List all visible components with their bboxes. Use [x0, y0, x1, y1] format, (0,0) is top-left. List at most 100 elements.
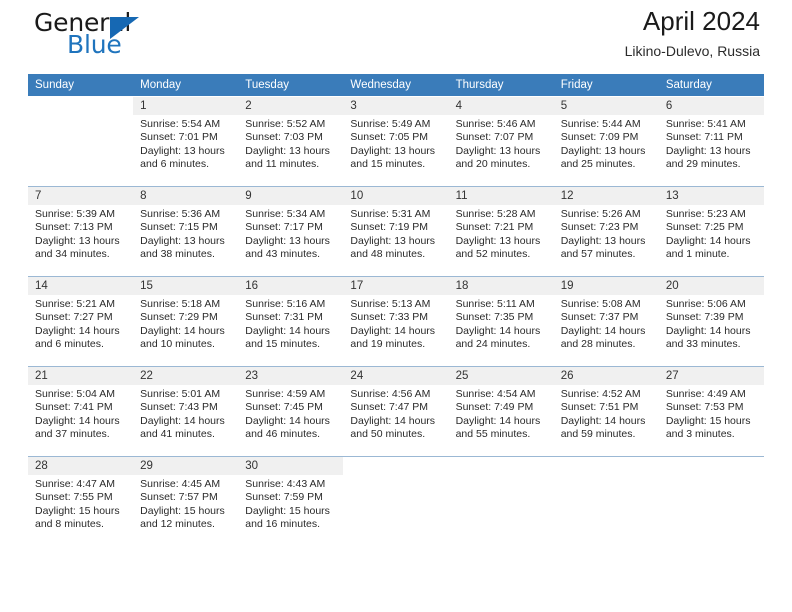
day-number: 4 [448, 97, 554, 115]
calendar-day-cell[interactable]: 5 Sunrise: 5:44 AM Sunset: 7:09 PM Daylight… [553, 96, 659, 186]
day-daylight-line1-text: Daylight: 14 hours [140, 414, 225, 427]
day-sunrise-text: Sunrise: 5:04 AM [35, 388, 115, 400]
day-sunset-text: Sunset: 7:31 PM [245, 311, 323, 324]
calendar-day-cell[interactable]: 27 Sunrise: 4:49 AM Sunset: 7:53 PM Dayligh… [658, 366, 764, 456]
calendar-day-cell[interactable]: 30 Sunrise: 4:43 AM Sunset: 7:59 PM Dayligh… [238, 456, 344, 546]
day-number: 22 [133, 367, 239, 385]
day-sun-info: Sunrise: 4:54 AM Sunset: 7:49 PM Daylight:… [449, 385, 554, 442]
calendar-day-cell[interactable]: 12 Sunrise: 5:26 AM Sunset: 7:23 PM Dayligh… [553, 186, 659, 276]
day-daylight-line2-text: and 1 minute. [665, 248, 730, 261]
day-sun-info: Sunrise: 5:31 AM Sunset: 7:19 PM Daylight:… [343, 205, 448, 262]
calendar-week-row: 1 Sunrise: 5:54 AM Sunset: 7:01 PM Daylight… [28, 96, 764, 186]
calendar-empty-cell [448, 456, 554, 546]
day-daylight-line2-text: and 46 minutes. [245, 428, 320, 441]
day-sunrise-text: Sunrise: 5:49 AM [350, 118, 431, 130]
day-sunset-text: Sunset: 7:05 PM [350, 131, 429, 144]
day-sunset-text: Sunset: 7:01 PM [140, 131, 218, 144]
day-number: 6 [658, 97, 764, 115]
calendar-day-cell[interactable]: 2 Sunrise: 5:52 AM Sunset: 7:03 PM Daylight… [238, 96, 344, 186]
day-sunset-text: Sunset: 7:15 PM [140, 221, 218, 234]
day-sunset-text: Sunset: 7:43 PM [140, 401, 218, 414]
day-daylight-line1-text: Daylight: 15 hours [665, 414, 751, 427]
day-sun-info: Sunrise: 4:49 AM Sunset: 7:53 PM Daylight:… [659, 385, 764, 442]
calendar-day-cell[interactable]: 14 Sunrise: 5:21 AM Sunset: 7:27 PM Dayligh… [28, 276, 134, 366]
day-sunrise-text: Sunrise: 5:41 AM [665, 118, 746, 130]
day-daylight-line2-text: and 33 minutes. [665, 338, 741, 351]
calendar-day-cell[interactable]: 28 Sunrise: 4:47 AM Sunset: 7:55 PM Dayligh… [28, 456, 134, 546]
calendar-day-cell[interactable]: 15 Sunrise: 5:18 AM Sunset: 7:29 PM Dayligh… [133, 276, 239, 366]
calendar-day-cell[interactable]: 17 Sunrise: 5:13 AM Sunset: 7:33 PM Dayligh… [343, 276, 449, 366]
day-sunset-text: Sunset: 7:23 PM [560, 221, 639, 234]
calendar-day-cell[interactable]: 26 Sunrise: 4:52 AM Sunset: 7:51 PM Dayligh… [553, 366, 659, 456]
day-number: 1 [133, 97, 239, 115]
day-number [28, 97, 133, 115]
calendar-day-cell[interactable]: 20 Sunrise: 5:06 AM Sunset: 7:39 PM Dayligh… [658, 276, 764, 366]
day-daylight-line2-text: and 37 minutes. [35, 428, 110, 441]
brand-logo[interactable]: General Blue [34, 8, 214, 64]
day-sun-info: Sunrise: 4:45 AM Sunset: 7:57 PM Daylight:… [133, 475, 238, 532]
day-daylight-line1-text: Daylight: 13 hours [665, 144, 751, 157]
day-daylight-line2-text: and 29 minutes. [665, 158, 741, 171]
day-daylight-line2-text: and 19 minutes. [350, 338, 426, 351]
day-daylight-line2-text: and 55 minutes. [455, 428, 531, 441]
day-number: 14 [28, 277, 134, 295]
day-daylight-line1-text: Daylight: 14 hours [665, 324, 751, 337]
day-sunset-text: Sunset: 7:07 PM [455, 131, 534, 144]
day-daylight-line1-text: Daylight: 13 hours [140, 234, 225, 247]
calendar-day-cell[interactable]: 16 Sunrise: 5:16 AM Sunset: 7:31 PM Dayligh… [238, 276, 344, 366]
day-sunrise-text: Sunrise: 5:26 AM [560, 208, 641, 220]
day-daylight-line1-text: Daylight: 15 hours [140, 504, 225, 517]
calendar-week-row: 7 Sunrise: 5:39 AM Sunset: 7:13 PM Daylight… [28, 186, 764, 276]
calendar-day-cell[interactable]: 24 Sunrise: 4:56 AM Sunset: 7:47 PM Dayligh… [343, 366, 449, 456]
day-daylight-line2-text: and 6 minutes. [140, 158, 210, 171]
day-sunset-text: Sunset: 7:53 PM [665, 401, 744, 414]
day-sun-info: Sunrise: 4:52 AM Sunset: 7:51 PM Daylight:… [554, 385, 659, 442]
calendar-day-cell[interactable]: 4 Sunrise: 5:46 AM Sunset: 7:07 PM Daylight… [448, 96, 554, 186]
day-sun-info: Sunrise: 5:52 AM Sunset: 7:03 PM Daylight:… [238, 115, 343, 172]
day-daylight-line2-text: and 12 minutes. [140, 518, 215, 531]
calendar-day-cell[interactable]: 23 Sunrise: 4:59 AM Sunset: 7:45 PM Dayligh… [238, 366, 344, 456]
calendar-day-cell[interactable]: 7 Sunrise: 5:39 AM Sunset: 7:13 PM Daylight… [28, 186, 134, 276]
day-number: 11 [448, 187, 554, 205]
day-daylight-line2-text: and 34 minutes. [35, 248, 110, 261]
day-sunset-text: Sunset: 7:37 PM [560, 311, 639, 324]
calendar-day-cell[interactable]: 9 Sunrise: 5:34 AM Sunset: 7:17 PM Daylight… [238, 186, 344, 276]
calendar-day-cell[interactable]: 18 Sunrise: 5:11 AM Sunset: 7:35 PM Dayligh… [448, 276, 554, 366]
weekday-header-thursday: Thursday [448, 74, 554, 96]
day-daylight-line1-text: Daylight: 13 hours [35, 234, 120, 247]
calendar-day-cell[interactable]: 21 Sunrise: 5:04 AM Sunset: 7:41 PM Dayligh… [28, 366, 134, 456]
calendar-day-cell[interactable]: 29 Sunrise: 4:45 AM Sunset: 7:57 PM Dayligh… [133, 456, 239, 546]
day-daylight-line2-text: and 50 minutes. [350, 428, 426, 441]
day-sunset-text: Sunset: 7:55 PM [35, 491, 113, 504]
calendar-day-cell[interactable]: 13 Sunrise: 5:23 AM Sunset: 7:25 PM Dayligh… [658, 186, 764, 276]
day-number: 13 [658, 187, 764, 205]
day-sun-info: Sunrise: 5:04 AM Sunset: 7:41 PM Daylight:… [28, 385, 133, 442]
day-number: 17 [343, 277, 449, 295]
calendar-day-cell[interactable]: 25 Sunrise: 4:54 AM Sunset: 7:49 PM Dayligh… [448, 366, 554, 456]
day-sunset-text: Sunset: 7:59 PM [245, 491, 323, 504]
calendar-day-cell[interactable]: 11 Sunrise: 5:28 AM Sunset: 7:21 PM Dayligh… [448, 186, 554, 276]
calendar-day-cell[interactable]: 19 Sunrise: 5:08 AM Sunset: 7:37 PM Dayligh… [553, 276, 659, 366]
day-sun-info: Sunrise: 5:06 AM Sunset: 7:39 PM Daylight:… [659, 295, 764, 352]
calendar-day-cell[interactable]: 3 Sunrise: 5:49 AM Sunset: 7:05 PM Daylight… [343, 96, 449, 186]
day-number [449, 457, 554, 475]
day-daylight-line2-text: and 38 minutes. [140, 248, 215, 261]
calendar-day-cell[interactable]: 6 Sunrise: 5:41 AM Sunset: 7:11 PM Daylight… [658, 96, 764, 186]
day-sunrise-text: Sunrise: 5:31 AM [350, 208, 431, 220]
day-daylight-line1-text: Daylight: 14 hours [350, 414, 436, 427]
day-sunset-text: Sunset: 7:25 PM [665, 221, 744, 234]
day-number: 20 [658, 277, 764, 295]
day-sun-info: Sunrise: 5:26 AM Sunset: 7:23 PM Daylight:… [554, 205, 659, 262]
day-daylight-line1-text: Daylight: 15 hours [35, 504, 120, 517]
day-sunrise-text: Sunrise: 4:52 AM [560, 388, 641, 400]
day-number: 30 [238, 457, 344, 475]
calendar-day-cell[interactable]: 1 Sunrise: 5:54 AM Sunset: 7:01 PM Daylight… [133, 96, 239, 186]
day-sun-info: Sunrise: 4:47 AM Sunset: 7:55 PM Daylight:… [28, 475, 133, 532]
day-sunset-text: Sunset: 7:41 PM [35, 401, 113, 414]
day-sunrise-text: Sunrise: 5:34 AM [245, 208, 326, 220]
calendar-day-cell[interactable]: 8 Sunrise: 5:36 AM Sunset: 7:15 PM Daylight… [133, 186, 239, 276]
day-daylight-line2-text: and 10 minutes. [140, 338, 215, 351]
calendar-day-cell[interactable]: 10 Sunrise: 5:31 AM Sunset: 7:19 PM Dayligh… [343, 186, 449, 276]
calendar-day-cell[interactable]: 22 Sunrise: 5:01 AM Sunset: 7:43 PM Dayligh… [133, 366, 239, 456]
day-number: 8 [133, 187, 239, 205]
